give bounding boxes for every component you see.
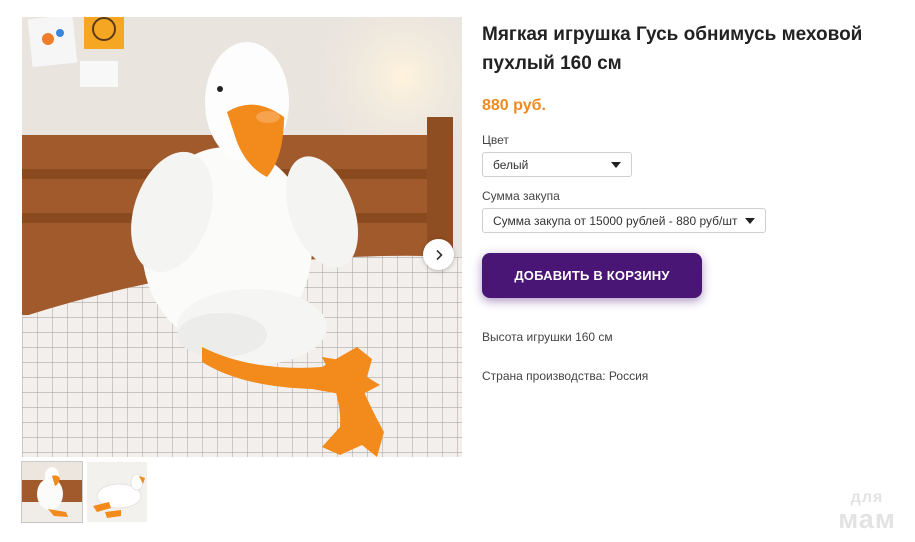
thumbnail-1[interactable]: [21, 461, 83, 523]
thumbnail-strip: [21, 461, 147, 523]
color-select-value: белый: [493, 157, 529, 172]
color-select[interactable]: белый: [482, 152, 632, 177]
watermark-line2: мам: [838, 504, 896, 534]
color-label: Цвет: [482, 133, 509, 147]
purchase-amount-value: Сумма закупа от 15000 рублей - 880 руб/ш…: [493, 213, 738, 228]
watermark-logo: для мам: [827, 490, 907, 533]
description-height: Высота игрушки 160 см: [482, 330, 613, 344]
product-price: 880 руб.: [482, 97, 546, 114]
dropdown-caret-icon: [745, 218, 755, 224]
thumbnail-2[interactable]: [87, 462, 147, 522]
next-image-button[interactable]: [423, 239, 454, 270]
product-main-image[interactable]: [22, 17, 462, 457]
add-to-cart-button[interactable]: ДОБАВИТЬ В КОРЗИНУ: [482, 253, 702, 298]
goose-sitting-thumbnail: [22, 462, 82, 522]
chevron-right-icon: [435, 249, 443, 260]
dropdown-caret-icon: [611, 162, 621, 168]
goose-plush-photo: [22, 17, 462, 457]
purchase-amount-select[interactable]: Сумма закупа от 15000 рублей - 880 руб/ш…: [482, 208, 766, 233]
description-country: Страна производства: Россия: [482, 369, 649, 383]
purchase-amount-label: Сумма закупа: [482, 189, 560, 203]
goose-lying-thumbnail: [87, 462, 147, 522]
product-title: Мягкая игрушка Гусь обнимусь меховой пух…: [482, 24, 863, 74]
